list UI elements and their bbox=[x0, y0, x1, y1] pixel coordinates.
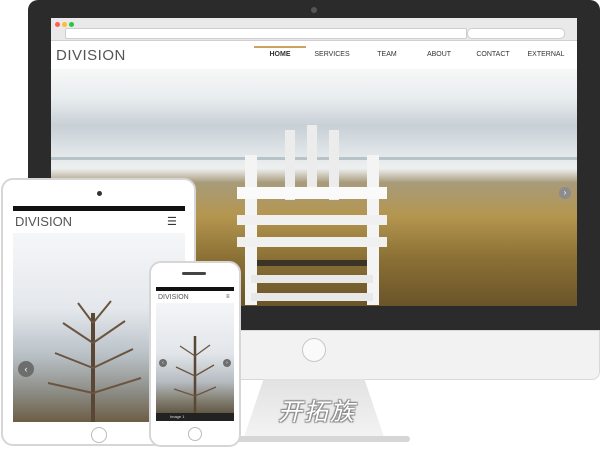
nav-services[interactable]: SERVICES bbox=[306, 51, 358, 58]
phone-home-button-icon[interactable] bbox=[188, 427, 202, 441]
white-bench-illustration bbox=[237, 125, 387, 305]
nav-team[interactable]: TEAM bbox=[361, 51, 413, 58]
tablet-slider-prev-arrow-icon[interactable]: ‹ bbox=[18, 361, 34, 377]
tablet-camera-icon bbox=[97, 191, 102, 196]
phone-site-logo[interactable]: DIVISION bbox=[158, 294, 189, 301]
phone-bare-tree-illustration bbox=[173, 336, 217, 415]
tablet-site-logo[interactable]: DIVISION bbox=[15, 214, 72, 229]
phone-caption-text: Image 1 bbox=[170, 414, 185, 419]
phone-status-bar bbox=[156, 287, 234, 291]
site-logo[interactable]: DIVISION bbox=[56, 47, 126, 64]
phone-screen: DIVISION ≡ ‹ › Image 1 bbox=[156, 287, 234, 421]
nav-contact[interactable]: CONTACT bbox=[467, 51, 519, 58]
browser-chrome bbox=[51, 18, 577, 41]
monitor-power-button-icon bbox=[302, 338, 326, 362]
slider-next-arrow-icon[interactable]: › bbox=[559, 187, 571, 199]
watermark-text: 开拓族 bbox=[278, 398, 356, 426]
monitor-stand-base bbox=[230, 436, 410, 442]
phone-menu-icon[interactable]: ≡ bbox=[226, 294, 230, 300]
phone-slider-prev-arrow-icon[interactable]: ‹ bbox=[159, 359, 167, 367]
nav-about[interactable]: ABOUT bbox=[413, 51, 465, 58]
phone-hero-image: ‹ › bbox=[156, 303, 234, 415]
nav-external[interactable]: EXTERNAL bbox=[520, 51, 572, 58]
minimize-window-icon[interactable] bbox=[62, 22, 67, 27]
phone-caption-bar bbox=[156, 413, 234, 421]
tablet-status-bar bbox=[13, 206, 185, 211]
hamburger-menu-icon[interactable]: ☰ bbox=[167, 215, 177, 228]
close-window-icon[interactable] bbox=[55, 22, 60, 27]
nav-home[interactable]: HOME bbox=[254, 46, 306, 58]
maximize-window-icon[interactable] bbox=[69, 22, 74, 27]
tablet-home-button-icon[interactable] bbox=[91, 427, 107, 443]
address-bar[interactable] bbox=[65, 28, 467, 39]
browser-search-field[interactable] bbox=[467, 28, 565, 39]
phone-speaker-icon bbox=[182, 272, 206, 275]
bare-tree-illustration bbox=[47, 300, 142, 422]
monitor-camera-icon bbox=[311, 7, 317, 13]
site-navbar: DIVISION HOME SERVICES TEAM ABOUT CONTAC… bbox=[51, 41, 577, 69]
phone-slider-next-arrow-icon[interactable]: › bbox=[223, 359, 231, 367]
